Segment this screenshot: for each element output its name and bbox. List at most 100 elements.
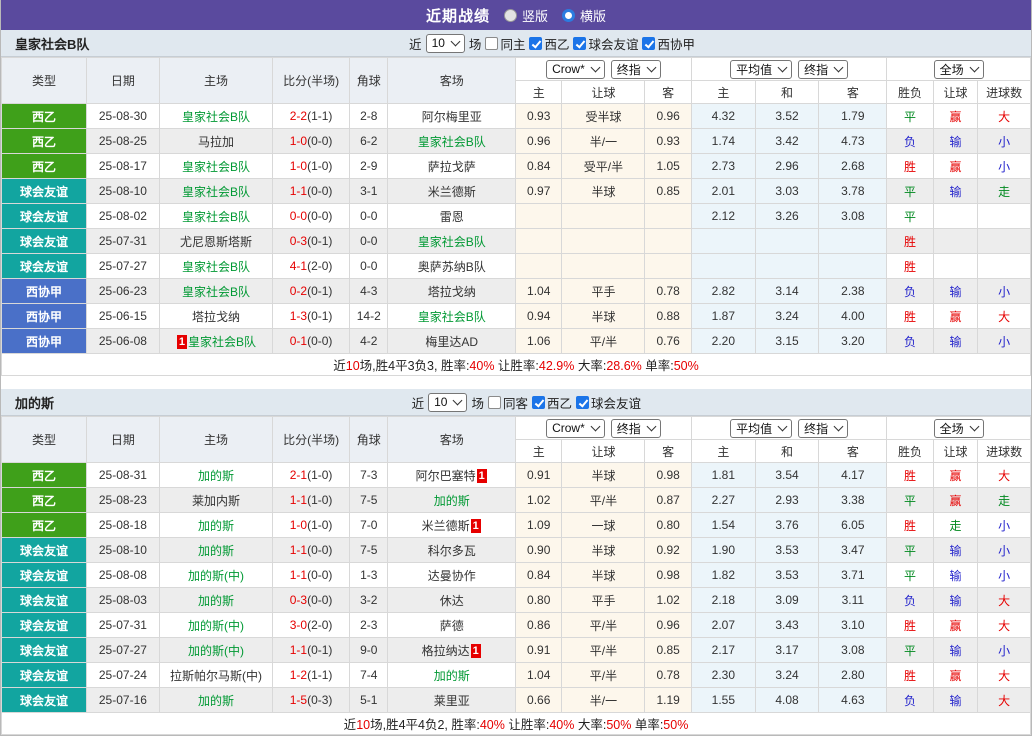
fulltime-group: 全场 <box>886 57 1031 81</box>
chevron-down-icon <box>646 421 657 432</box>
halftime-score: (0-0) <box>307 209 333 223</box>
filter-checkbox-同主[interactable]: 同主 <box>485 34 525 53</box>
checkbox-icon[interactable] <box>642 36 656 50</box>
result-text: 输 <box>949 184 962 199</box>
away-team-cell: 加的斯 <box>387 662 516 688</box>
result-text: 负 <box>903 134 916 149</box>
filter-checkbox-西协甲[interactable]: 西协甲 <box>642 34 695 53</box>
odds-time-select[interactable]: 终指 <box>610 59 661 79</box>
col-odds-home: 主 <box>514 80 563 104</box>
filter-checkbox-球会友谊[interactable]: 球会友谊 <box>573 34 638 53</box>
col-odds-away: 客 <box>644 439 692 463</box>
checkbox-icon[interactable] <box>529 36 543 50</box>
filter-checkbox-西乙[interactable]: 西乙 <box>529 34 569 53</box>
result-text: 平 <box>903 493 916 508</box>
chevron-down-icon <box>833 62 844 73</box>
halftime-score: (2-0) <box>307 618 333 632</box>
home-odds-cell: 0.97 <box>514 178 563 204</box>
red-card-badge: 1 <box>470 518 481 533</box>
avg-home-cell: 2.27 <box>690 487 756 513</box>
avg-away-cell: 3.20 <box>818 328 888 354</box>
handicap-result-cell: 输 <box>932 278 979 304</box>
checkbox-icon[interactable] <box>575 395 589 409</box>
average-select[interactable]: 平均值 <box>730 59 793 79</box>
match-row: 西协甲 25-06-08 1 皇家社会B队 0-1(0-0) 4-2 梅里达AD 1.06 平/… <box>1 328 1031 354</box>
result-text: 赢 <box>949 159 962 174</box>
match-row: 西乙 25-08-25 马拉加 1-0(0-0) 6-2 皇家社会B队 0.96 半/一 0.9… <box>1 128 1031 154</box>
away-team-cell: 米兰德斯 1 <box>387 512 516 538</box>
result-text: 大 <box>998 468 1011 483</box>
home-team-cell: 加的斯 <box>158 687 274 713</box>
team-name: 加的斯(中) <box>187 643 244 658</box>
league-badge: 球会友谊 <box>2 538 86 562</box>
league-badge: 球会友谊 <box>2 663 86 687</box>
filter-checkbox-西乙[interactable]: 西乙 <box>531 393 572 412</box>
halftime-score: (0-1) <box>307 309 333 323</box>
fulltime-score: 4-1 <box>289 259 308 273</box>
odds-time-select[interactable]: 终指 <box>798 418 849 438</box>
odds-time-select[interactable]: 终指 <box>610 418 661 438</box>
odds-time-select[interactable]: 终指 <box>798 59 849 79</box>
result-text: 胜 <box>903 159 916 174</box>
goals-result-cell <box>977 203 1031 229</box>
col-result: 胜负 <box>886 439 934 463</box>
halftime-score: (0-3) <box>307 693 333 707</box>
match-row: 西协甲 25-06-23 皇家社会B队 0-2(0-1) 4-3 塔拉戈纳 1.04 平手 0.… <box>1 278 1031 304</box>
team-name: 皇家社会B队 <box>417 309 486 324</box>
corner-cell: 3-1 <box>349 178 389 204</box>
filter-checkbox-球会友谊[interactable]: 球会友谊 <box>575 393 641 412</box>
league-badge: 球会友谊 <box>2 254 86 278</box>
recent-count-select[interactable]: 10 <box>425 33 465 53</box>
home-odds-cell: 0.84 <box>514 562 563 588</box>
away-odds-cell: 0.88 <box>644 303 692 329</box>
result-text: 胜 <box>903 518 916 533</box>
avg-home-cell: 2.82 <box>690 278 756 304</box>
score-cell: 4-1(2-0) <box>272 253 351 279</box>
summary-segment: 大率: <box>574 359 607 373</box>
league-badge: 西乙 <box>2 463 86 487</box>
team-name: 皇家社会B队 <box>181 209 250 224</box>
away-odds-cell: 0.92 <box>644 537 692 563</box>
fulltime-select[interactable]: 全场 <box>933 59 984 79</box>
average-select[interactable]: 平均值 <box>730 418 793 438</box>
summary-cell: 近10场,胜4平3负3, 胜率:40% 让胜率:42.9% 大率:28.6% 单… <box>1 353 1031 376</box>
fulltime-select[interactable]: 全场 <box>933 418 984 438</box>
fulltime-select-value: 全场 <box>939 62 964 77</box>
checkbox-icon[interactable] <box>573 36 587 50</box>
avg-away-cell: 6.05 <box>818 512 888 538</box>
col-avg-home: 主 <box>690 439 756 463</box>
result-text: 赢 <box>949 309 962 324</box>
radio-icon[interactable] <box>503 8 517 22</box>
checkbox-icon[interactable] <box>531 395 545 409</box>
away-odds-cell: 0.85 <box>644 637 692 663</box>
checkbox-icon[interactable] <box>485 36 499 50</box>
col-corner: 角球 <box>349 416 389 463</box>
summary-segment: 42.9% <box>538 359 575 373</box>
result-text: 小 <box>998 543 1011 558</box>
horizontal-layout-radio[interactable]: 横版 <box>562 6 606 25</box>
bookmaker-select[interactable]: Crow* <box>546 59 605 79</box>
filter-checkbox-同客[interactable]: 同客 <box>487 393 528 412</box>
league-type-cell: 西乙 <box>1 512 87 538</box>
section-gap <box>1 376 1031 389</box>
matches-label: 场 <box>471 396 484 411</box>
avg-away-cell: 3.10 <box>818 612 888 638</box>
away-odds-cell: 0.98 <box>644 462 692 488</box>
goals-result-cell: 小 <box>977 328 1031 354</box>
date-cell: 25-07-16 <box>85 687 160 713</box>
date-cell: 25-08-03 <box>85 587 160 613</box>
radio-icon[interactable] <box>562 8 575 22</box>
avg-draw-cell: 3.52 <box>754 103 820 129</box>
date-cell: 25-08-23 <box>85 487 160 513</box>
home-team-cell: 加的斯(中) <box>158 637 274 663</box>
corner-cell: 7-3 <box>349 462 389 488</box>
handicap-cell: 半/一 <box>561 687 646 713</box>
team-name: 皇家社会B队 <box>181 159 250 174</box>
recent-count-select[interactable]: 10 <box>428 392 468 412</box>
vertical-layout-radio[interactable]: 竖版 <box>503 6 548 25</box>
halftime-score: (0-0) <box>307 593 333 607</box>
bookmaker-select[interactable]: Crow* <box>546 418 605 438</box>
checkbox-icon[interactable] <box>487 395 501 409</box>
away-team-cell: 皇家社会B队 <box>387 128 516 154</box>
team-name: 皇家社会B队 <box>417 234 486 249</box>
